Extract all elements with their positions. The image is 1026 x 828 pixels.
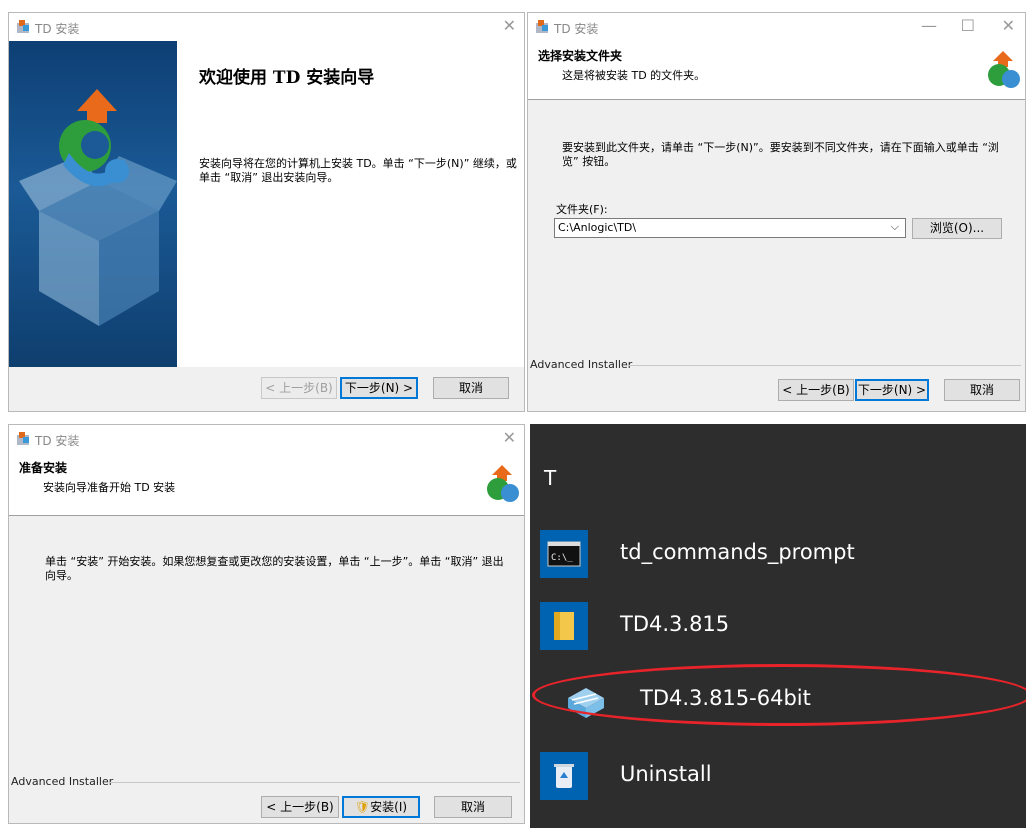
menu-item-label: Uninstall	[620, 762, 712, 786]
footer-divider	[628, 365, 1021, 366]
cancel-button[interactable]: 取消	[433, 377, 509, 399]
menu-item-label: TD4.3.815	[620, 612, 730, 636]
header-title: 选择安装文件夹	[538, 49, 623, 63]
install-button[interactable]: 🛡安装(I)	[342, 796, 420, 818]
welcome-heading: 欢迎使用 TD 安装向导	[199, 68, 375, 88]
menu-item-td-folder[interactable]: TD4.3.815	[530, 596, 1026, 660]
cancel-button[interactable]: 取消	[434, 796, 512, 818]
window-title: TD 安装	[554, 22, 599, 36]
shield-icon: 🛡	[354, 800, 371, 814]
content-panel: 欢迎使用 TD 安装向导 安装向导将在您的计算机上安装 TD。单击 “下一步(N…	[177, 41, 524, 369]
menu-item-td-commands-prompt[interactable]: C:\_ td_commands_prompt	[530, 524, 1026, 588]
installer-icon	[17, 432, 29, 445]
menu-item-label: td_commands_prompt	[620, 540, 855, 564]
window-title: TD 安装	[35, 22, 80, 36]
branding-footer: Advanced Installer	[530, 358, 633, 371]
tile	[540, 602, 588, 650]
installer-logo-icon	[988, 51, 1020, 88]
header-subtitle: 这是将被安装 TD 的文件夹。	[562, 69, 706, 82]
install-button-label: 安装(I)	[370, 800, 408, 814]
title-bar: TD 安装 ✕	[9, 425, 524, 453]
cmd-icon: C:\_	[547, 541, 581, 567]
next-button[interactable]: 下一步(N) >	[340, 377, 418, 399]
branding-footer: Advanced Installer	[11, 775, 114, 788]
next-button[interactable]: 下一步(N) >	[855, 379, 929, 401]
folder-combobox[interactable]: C:\Anlogic\TD\ ⌵	[554, 218, 906, 238]
close-icon[interactable]: ✕	[503, 16, 516, 36]
folder-dialog: TD 安装 — ☐ ✕ 选择安装文件夹 这是将被安装 TD 的文件夹。 要安装到…	[527, 12, 1026, 412]
close-icon[interactable]: ✕	[1002, 16, 1015, 36]
browse-button[interactable]: 浏览(O)...	[912, 218, 1002, 239]
menu-item-uninstall[interactable]: Uninstall	[530, 746, 1026, 810]
group-letter[interactable]: T	[544, 466, 556, 490]
ready-dialog: TD 安装 ✕ 准备安装 安装向导准备开始 TD 安装 单击 “安装” 开始安装…	[8, 424, 525, 824]
menu-item-td-64bit[interactable]: TD4.3.815-64bit	[530, 664, 1026, 732]
header-title: 准备安装	[19, 461, 68, 475]
chevron-down-icon[interactable]: ⌵	[891, 220, 899, 234]
header-area: 选择安装文件夹 这是将被安装 TD 的文件夹。	[528, 41, 1025, 100]
installer-icon	[17, 20, 29, 33]
installer-logo-icon	[19, 89, 177, 326]
installer-icon	[536, 20, 548, 33]
window-title: TD 安装	[35, 434, 80, 448]
folder-path-value: C:\Anlogic\TD\	[558, 221, 637, 234]
side-banner	[9, 41, 177, 369]
cancel-button[interactable]: 取消	[944, 379, 1020, 401]
title-bar: TD 安装 ✕	[9, 13, 524, 41]
folder-icon	[554, 612, 574, 640]
svg-text:C:\_: C:\_	[551, 553, 573, 563]
folder-instructions: 要安装到此文件夹，请单击 “下一步(N)”。要安装到不同文件夹，请在下面输入或单…	[562, 141, 999, 168]
installer-logo-icon	[487, 465, 519, 502]
footer-divider	[109, 782, 520, 783]
back-button[interactable]: < 上一步(B)	[261, 377, 337, 399]
minimize-icon[interactable]: —	[921, 16, 937, 36]
close-icon[interactable]: ✕	[503, 428, 516, 448]
back-button[interactable]: < 上一步(B)	[778, 379, 854, 401]
start-menu: T C:\_ td_commands_prompt TD4.3.815 TD4.…	[530, 424, 1026, 828]
ready-instructions: 单击 “安装” 开始安装。如果您想复查或更改您的安装设置，单击 “上一步”。单击…	[45, 555, 504, 582]
folder-field-label: 文件夹(F):	[556, 203, 608, 216]
recycle-bin-icon	[554, 764, 574, 788]
maximize-icon[interactable]: ☐	[961, 16, 975, 36]
welcome-text: 安装向导将在您的计算机上安装 TD。单击 “下一步(N)” 继续，或单击 “取消…	[199, 157, 517, 184]
tile	[540, 752, 588, 800]
back-button[interactable]: < 上一步(B)	[261, 796, 339, 818]
tile: C:\_	[540, 530, 588, 578]
title-bar: TD 安装 — ☐ ✕	[528, 13, 1025, 41]
header-area: 准备安装 安装向导准备开始 TD 安装	[9, 453, 524, 516]
highlight-ellipse	[532, 664, 1026, 726]
header-subtitle: 安装向导准备开始 TD 安装	[43, 481, 176, 494]
welcome-dialog: TD 安装 ✕ 欢迎使用 TD 安装向导 安装向导将在您的计算机上安装 TD。单…	[8, 12, 525, 412]
button-bar: < 上一步(B) 下一步(N) > 取消	[9, 367, 524, 411]
